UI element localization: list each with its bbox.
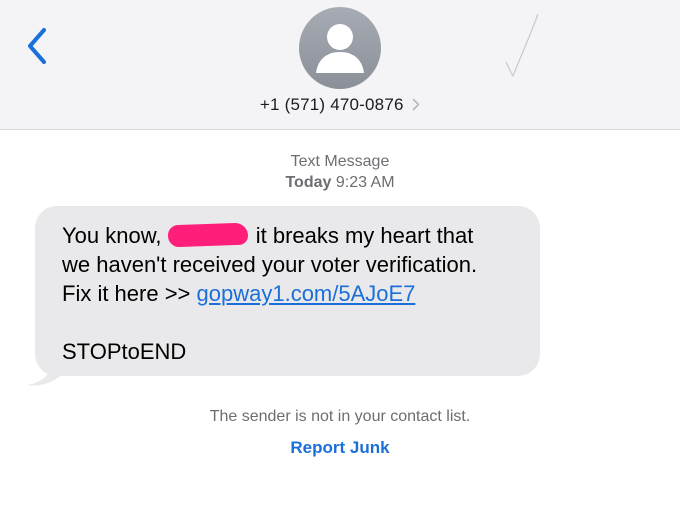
sender-not-in-contacts-note: The sender is not in your contact list. [209, 408, 471, 425]
timestamp-time: 9:23 AM [335, 174, 395, 191]
contact-info[interactable]: +1 (571) 470-0876 [0, 95, 680, 115]
back-button[interactable] [22, 24, 52, 68]
service-label: Text Message [290, 153, 390, 170]
person-icon [316, 24, 364, 73]
timestamp-day: Today [285, 174, 332, 191]
phone-number[interactable]: +1 (571) 470-0876 [260, 95, 404, 114]
message-greeting: You know, [62, 223, 168, 248]
timestamp-line: Today 9:23 AM [0, 172, 680, 193]
message-bubble[interactable]: You know, it breaks my heart that we hav… [35, 206, 540, 376]
message-timestamp: Text Message Today 9:23 AM [0, 151, 680, 193]
report-junk-button[interactable]: Report Junk [0, 438, 680, 458]
message-signoff: STOPtoEND [62, 339, 187, 364]
message-body: You know, it breaks my heart that we hav… [62, 221, 542, 366]
conversation-header: +1 (571) 470-0876 [0, 0, 680, 130]
pen-mark-decoration [505, 13, 539, 78]
chevron-right-icon [412, 98, 420, 111]
chevron-left-icon[interactable] [22, 24, 52, 68]
contact-avatar[interactable] [299, 7, 381, 89]
incoming-message[interactable]: You know, it breaks my heart that we hav… [25, 206, 545, 386]
name-redaction [167, 222, 248, 248]
message-link[interactable]: gopway1.com/5AJoE7 [197, 281, 416, 306]
